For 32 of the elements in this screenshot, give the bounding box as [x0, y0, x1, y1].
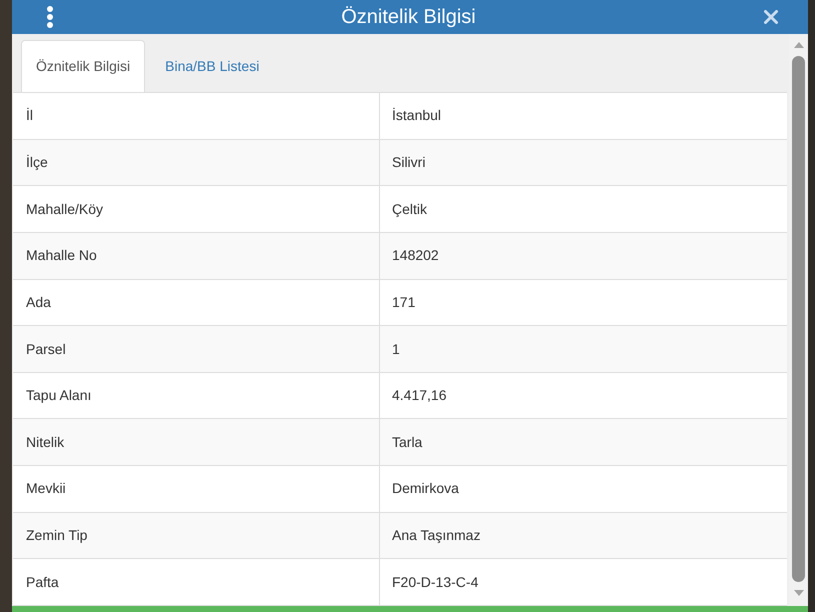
- attribute-name: Mahalle/Köy: [26, 200, 104, 219]
- close-icon: [764, 10, 778, 24]
- attribute-value: İstanbul: [392, 106, 442, 126]
- attribute-value: Tarla: [392, 432, 422, 452]
- attribute-name: Parsel: [26, 340, 66, 359]
- attribute-value: Çeltik: [392, 200, 428, 219]
- scroll-up-arrow-icon[interactable]: [794, 42, 804, 48]
- attribute-value: F20-D-13-C-4: [392, 572, 478, 592]
- attribute-name: Pafta: [26, 572, 59, 592]
- tab[interactable]: Bina/BB Listesi: [145, 40, 280, 92]
- attribute-value: 1: [392, 340, 400, 359]
- attribute-value: 171: [392, 292, 416, 312]
- attribute-name: İl: [26, 106, 33, 126]
- attribute-name: Mevkii: [26, 479, 66, 498]
- tab[interactable]: Öznitelik Bilgisi: [21, 40, 146, 92]
- dialog-title: Öznitelik Bilgisi: [341, 7, 476, 27]
- attribute-value: 148202: [392, 246, 439, 266]
- attribute-name: İlçe: [26, 152, 48, 172]
- attribute-name: Mahalle No: [26, 246, 97, 266]
- scroll-down-arrow-icon[interactable]: [794, 590, 804, 596]
- close-button[interactable]: [764, 10, 778, 24]
- attribute-value: Silivri: [392, 152, 426, 172]
- menu-button[interactable]: [47, 6, 53, 28]
- attribute-value: Ana Taşınmaz: [392, 526, 480, 546]
- attribute-name: Tapu Alanı: [26, 386, 92, 406]
- attribute-value: 4.417,16: [392, 386, 446, 406]
- attribute-name: Ada: [26, 292, 51, 312]
- menu-icon: [47, 6, 53, 28]
- scrollbar-thumb[interactable]: [792, 56, 805, 582]
- attribute-value: Demirkova: [392, 479, 459, 498]
- attribute-name: Zemin Tip: [26, 526, 88, 546]
- attribute-name: Nitelik: [26, 432, 64, 452]
